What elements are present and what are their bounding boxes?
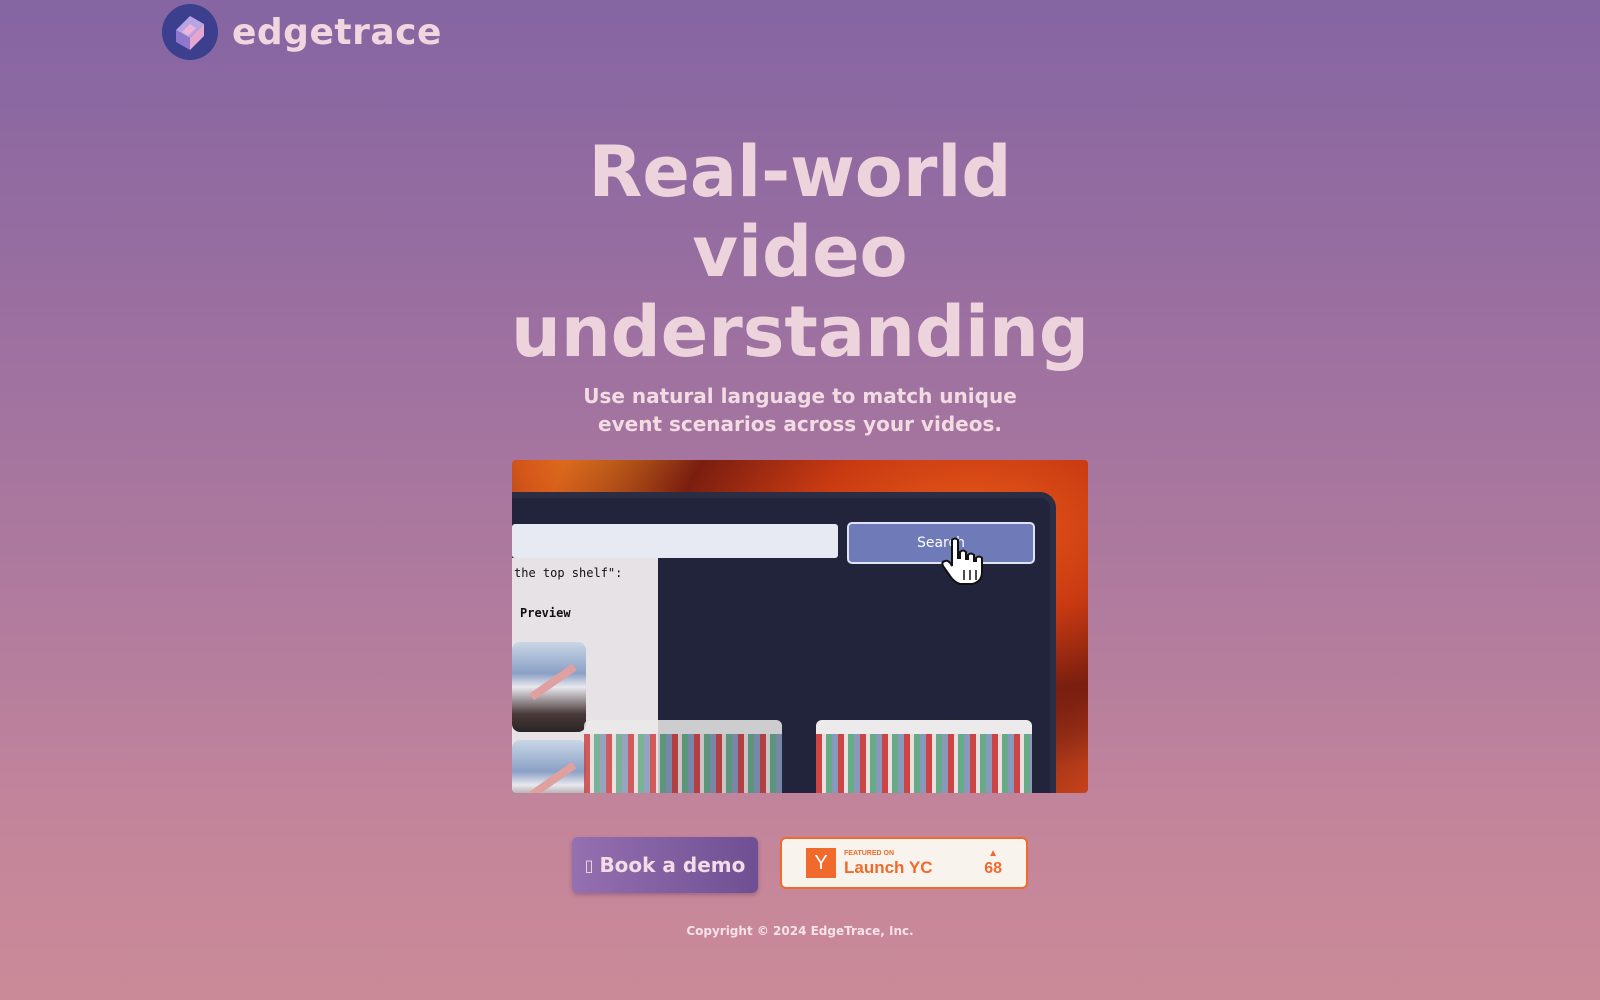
brand-name: edgetrace: [232, 11, 442, 53]
demo-query-text: the top shelf":: [514, 566, 623, 580]
hand-cursor-icon: [941, 537, 983, 585]
demo-result-thumbnail: [816, 720, 1032, 793]
hero-subtitle: Use natural language to match unique eve…: [583, 384, 1017, 436]
demo-result-thumbnail: [584, 720, 782, 793]
demo-preview-thumbnail: [512, 740, 586, 793]
launch-yc-badge[interactable]: Y FEATURED ON Launch YC ▲ 68: [780, 837, 1028, 889]
book-demo-button[interactable]: ▯ Book a demo: [572, 837, 758, 893]
cta-row: ▯ Book a demo Y FEATURED ON Launch YC ▲ …: [0, 837, 1600, 893]
demo-preview-thumbnail: [512, 642, 586, 732]
upvote-arrow-icon: ▲: [988, 848, 999, 859]
demo-preview-label: Preview: [520, 606, 571, 620]
yc-logo-icon: Y: [806, 848, 836, 878]
footer-copyright: Copyright © 2024 EdgeTrace, Inc.: [686, 924, 914, 938]
demo-app-window: Search the top shelf": Preview: [512, 498, 1050, 793]
yc-vote-count: 68: [984, 860, 1002, 877]
yc-name-label: Launch YC: [844, 858, 933, 877]
calendar-icon: ▯: [584, 855, 594, 875]
edgetrace-logo-icon: [162, 4, 218, 60]
demo-search-input: [512, 524, 838, 558]
demo-video[interactable]: Search the top shelf": Preview: [512, 460, 1088, 793]
yc-featured-label: FEATURED ON: [844, 850, 895, 857]
hero-title: Real-world video understanding: [510, 131, 1089, 373]
yc-upvote: ▲ 68: [984, 849, 1002, 877]
book-demo-label: Book a demo: [599, 853, 746, 877]
brand-link[interactable]: edgetrace: [162, 4, 442, 60]
